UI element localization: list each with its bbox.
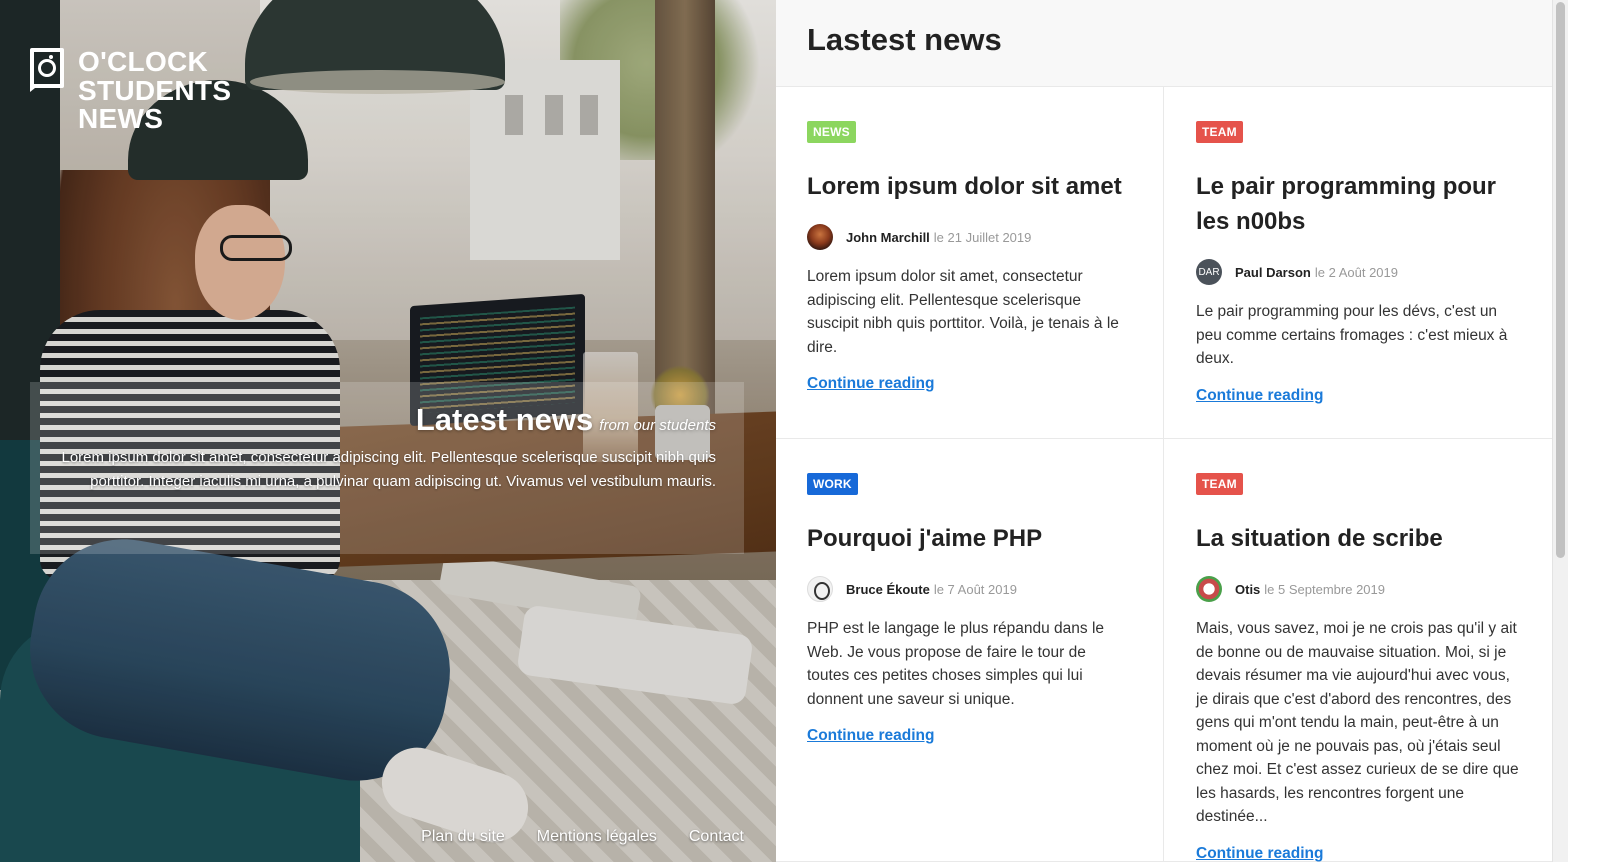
posts-grid: NEWS Lorem ipsum dolor sit amet John Mar… — [776, 87, 1552, 862]
hero-section: O'CLOCK STUDENTS NEWS Latest news from ou… — [0, 0, 776, 862]
post-excerpt: PHP est le langage le plus répandu dans … — [807, 620, 1105, 708]
post-date: le 7 Août 2019 — [933, 581, 1017, 597]
hero-title-text: Latest news — [415, 402, 594, 437]
page-scrollbar[interactable] — [1552, 0, 1568, 862]
footer-nav: Plan du site Mentions légales Contact — [421, 828, 744, 846]
continue-reading-link[interactable]: Continue reading — [807, 375, 934, 393]
avatar: DAR — [1196, 259, 1222, 285]
post-meta: John Marchill le 21 Juillet 2019 — [807, 224, 1132, 250]
hero-description: Lorem ipsum dolor sit amet, consectetur … — [61, 449, 717, 490]
post-meta: Otis le 5 Septembre 2019 — [1196, 576, 1521, 602]
continue-reading-link[interactable]: Continue reading — [807, 727, 934, 745]
post-date: le 2 Août 2019 — [1314, 264, 1398, 280]
post-title[interactable]: Lorem ipsum dolor sit amet — [807, 169, 1132, 204]
news-panel: Lastest news NEWS Lorem ipsum dolor sit … — [776, 0, 1552, 862]
avatar — [1196, 576, 1222, 602]
footer-link-mentions-legales[interactable]: Mentions légales — [537, 828, 657, 846]
category-badge[interactable]: TEAM — [1196, 473, 1243, 495]
post-excerpt: Lorem ipsum dolor sit amet, consectetur … — [807, 268, 1119, 356]
hero-title: Latest news from our students — [58, 402, 716, 438]
hero-intro: Latest news from our students Lorem ipsum… — [30, 382, 744, 554]
avatar — [807, 576, 833, 602]
post-card: WORK Pourquoi j'aime PHP Bruce Ékoute le… — [776, 439, 1164, 862]
post-card: TEAM Le pair programming pour les n00bs … — [1164, 87, 1552, 439]
post-date: le 21 Juillet 2019 — [933, 229, 1032, 245]
scrollbar-thumb[interactable] — [1556, 2, 1565, 558]
post-author[interactable]: John Marchill — [846, 230, 930, 245]
category-badge[interactable]: WORK — [807, 473, 858, 495]
footer-link-contact[interactable]: Contact — [689, 828, 744, 846]
post-author[interactable]: Paul Darson — [1235, 265, 1311, 280]
post-meta: Bruce Ékoute le 7 Août 2019 — [807, 576, 1132, 602]
footer-link-plan-du-site[interactable]: Plan du site — [421, 828, 505, 846]
post-title[interactable]: La situation de scribe — [1196, 521, 1521, 556]
post-author[interactable]: Otis — [1235, 582, 1260, 597]
post-date: le 5 Septembre 2019 — [1264, 581, 1385, 597]
post-title[interactable]: Pourquoi j'aime PHP — [807, 521, 1132, 556]
hero-subtitle: from our students — [599, 417, 716, 434]
post-title[interactable]: Le pair programming pour les n00bs — [1196, 169, 1521, 239]
post-excerpt: Le pair programming pour les dévs, c'est… — [1196, 303, 1508, 367]
brand-home-link[interactable]: O'CLOCK STUDENTS NEWS — [30, 46, 232, 134]
continue-reading-link[interactable]: Continue reading — [1196, 845, 1323, 862]
post-card: TEAM La situation de scribe Otis le 5 Se… — [1164, 439, 1552, 862]
page-title: Lastest news — [807, 22, 1002, 57]
post-author[interactable]: Bruce Ékoute — [846, 582, 930, 597]
category-badge[interactable]: NEWS — [807, 121, 856, 143]
category-badge[interactable]: TEAM — [1196, 121, 1243, 143]
continue-reading-link[interactable]: Continue reading — [1196, 387, 1323, 405]
brand-name: O'CLOCK STUDENTS NEWS — [78, 46, 232, 134]
avatar — [807, 224, 833, 250]
post-excerpt: Mais, vous savez, moi je ne crois pas qu… — [1196, 620, 1519, 825]
panel-header: Lastest news — [776, 0, 1552, 87]
post-meta: DAR Paul Darson le 2 Août 2019 — [1196, 259, 1521, 285]
post-card: NEWS Lorem ipsum dolor sit amet John Mar… — [776, 87, 1164, 439]
oclock-logo-icon — [30, 48, 64, 92]
